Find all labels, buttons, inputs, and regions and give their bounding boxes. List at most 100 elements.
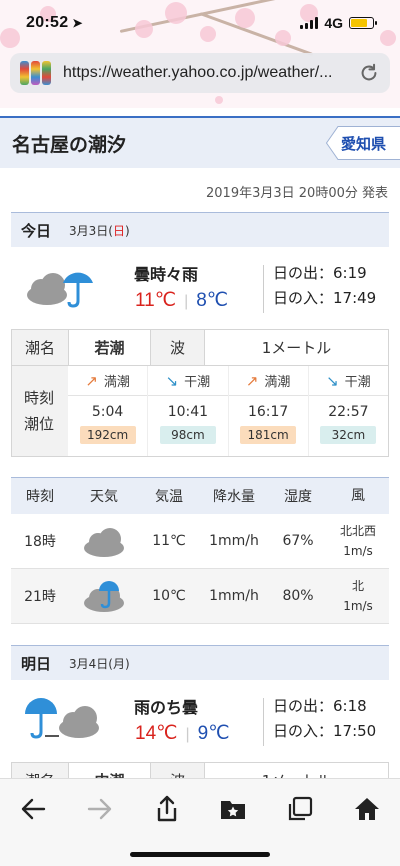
day-date: 3月3日(日): [69, 223, 130, 238]
temperature: 11℃ | 8℃: [135, 290, 229, 311]
blossom: [215, 96, 223, 104]
location-arrow-icon: ➤: [72, 16, 83, 30]
arrow-up-right-icon: ↗: [245, 371, 259, 390]
tide-type: ↗ 満潮: [228, 366, 308, 396]
high-temp: 14℃: [135, 723, 178, 744]
bookmark-folder-icon: [221, 801, 246, 819]
page-content: 名古屋の潮汐 愛知県 2019年3月3日 20時00分 発表 今日 3月3日(日…: [0, 108, 400, 780]
table-row: 18時 11℃ 1mm/h 67% 北北西 1m/s: [11, 514, 389, 569]
back-button[interactable]: [15, 793, 51, 825]
tide-time: 22:57: [328, 404, 369, 420]
weather-text: 雨のち曇: [134, 698, 199, 717]
tide-type: ↘ 干潮: [148, 366, 228, 396]
tide-time: 5:04: [91, 404, 124, 420]
signal-icon: [300, 17, 319, 29]
status-time: 20:52: [26, 14, 69, 31]
cloud-umbrella-icon: [27, 272, 93, 308]
tide-table: 潮名 若潮 波 1メートル 時刻 潮位 ↗ 満潮 5:04 192cm ↘ 干潮 10:41…: [11, 329, 389, 457]
browser-chrome: 20:52 ➤ 4G https://weather.yahoo.co.jp/w…: [0, 0, 400, 108]
cloudy-icon: [84, 528, 124, 557]
tide-columns: ↗ 満潮 5:04 192cm ↘ 干潮 10:41 98cm ↗ 満潮 16:17 181cm ↘ 干潮…: [68, 366, 388, 456]
tide-level: 192cm: [79, 426, 136, 444]
arrow-up-right-icon: ↗: [85, 371, 98, 390]
home-button[interactable]: [349, 793, 385, 825]
sun-times: 日の出：6:19 日の入：17:49: [273, 261, 376, 311]
weather-text: 曇時々雨: [134, 265, 199, 284]
sunset: 日の入：17:50: [273, 722, 377, 740]
temperature: 14℃ | 9℃: [135, 723, 230, 744]
page-title: 名古屋の潮汐: [12, 133, 127, 156]
row-time: 21時: [24, 589, 56, 605]
row-wind: 北北西 1m/s: [339, 524, 376, 558]
divider: [263, 698, 264, 746]
prefecture-button[interactable]: 愛知県: [326, 126, 400, 160]
tabs-button[interactable]: [282, 793, 318, 825]
col-time: 時刻: [26, 489, 54, 505]
arrow-right-icon: [87, 798, 112, 820]
home-indicator: [130, 852, 270, 857]
tide-time: 10:41: [167, 404, 209, 420]
row-temp: 11℃: [152, 533, 186, 549]
row-temp: 10℃: [152, 588, 186, 604]
address-bar[interactable]: https://weather.yahoo.co.jp/weather/...: [10, 53, 390, 93]
tide-column: ↗ 満潮 16:17 181cm: [227, 366, 308, 456]
hourly-header: 時刻 天気 気温 降水量 湿度 風: [11, 477, 389, 514]
time-label: 時刻: [24, 389, 55, 407]
low-temp: 8℃: [196, 290, 229, 311]
level-label: 潮位: [24, 415, 55, 433]
col-humidity: 湿度: [284, 489, 312, 505]
wave-label: 波: [150, 330, 204, 365]
tide-side-labels: 時刻 潮位: [12, 366, 68, 456]
today-header: 今日 3月3日(日): [11, 212, 389, 247]
status-bar: 20:52 ➤ 4G: [0, 0, 400, 46]
day-label: 明日: [21, 654, 52, 673]
row-time: 18時: [24, 534, 56, 550]
table-row: 21時 10℃ 1mm/h 80% 北 1m/s: [11, 569, 389, 624]
wave-height: 1メートル: [204, 330, 388, 365]
col-precip: 降水量: [213, 489, 255, 505]
battery-icon: [349, 17, 377, 29]
row-wind: 北 1m/s: [343, 579, 373, 613]
url-text[interactable]: https://weather.yahoo.co.jp/weather/...: [63, 64, 358, 82]
sunrise: 日の出：6:18: [273, 697, 367, 715]
today-forecast: 曇時々雨 11℃ | 8℃ 日の出：6:19 日の入：17:49: [11, 247, 389, 329]
home-icon: [354, 798, 379, 820]
col-wind: 風: [351, 488, 365, 504]
tide-column: ↗ 満潮 5:04 192cm: [68, 366, 148, 456]
tide-level: 181cm: [240, 426, 297, 444]
network-type: 4G: [324, 15, 343, 31]
bookmarks-button[interactable]: [215, 793, 251, 825]
tide-column: ↘ 干潮 10:41 98cm: [147, 366, 228, 456]
col-temp: 気温: [155, 489, 183, 505]
tide-name-label: 潮名: [12, 330, 68, 365]
high-temp: 11℃: [135, 290, 177, 311]
forward-button[interactable]: [82, 793, 118, 825]
tide-type: ↘ 干潮: [308, 366, 388, 396]
page-header: 名古屋の潮汐 愛知県: [0, 116, 400, 168]
reload-icon[interactable]: [358, 62, 380, 84]
arrow-down-right-icon: ↘: [165, 371, 179, 390]
arrow-left-icon: [22, 798, 46, 820]
hourly-table: 時刻 天気 気温 降水量 湿度 風 18時 11℃ 1mm/h 67% 北北西 1…: [11, 477, 389, 624]
row-precip: 1mm/h: [209, 588, 259, 604]
divider: [263, 265, 264, 313]
tide-level: 98cm: [159, 426, 216, 444]
cloud-rain-icon: [84, 581, 124, 612]
site-favicon: [20, 61, 51, 85]
umbrella-cloud-icon: [25, 698, 99, 739]
row-humidity: 80%: [282, 588, 314, 604]
day-date: 3月4日(月): [69, 656, 130, 671]
tide-name: 若潮: [68, 330, 150, 365]
tide-time: 16:17: [247, 404, 289, 420]
arrow-down-right-icon: ↘: [326, 371, 339, 390]
sunset: 日の入：17:49: [273, 289, 377, 307]
tide-column: ↘ 干潮 22:57 32cm: [307, 366, 388, 456]
col-weather: 天気: [90, 489, 118, 505]
tomorrow-forecast: 雨のち曇 14℃ | 9℃ 日の出：6:18 日の入：17:50: [11, 680, 389, 762]
tide-level: 32cm: [320, 426, 377, 444]
tomorrow-header: 明日 3月4日(月): [11, 645, 389, 680]
tide-type: ↗ 満潮: [68, 366, 148, 396]
sunrise: 日の出：6:19: [273, 264, 367, 282]
announce-time: 2019年3月3日 20時00分 発表: [206, 186, 388, 201]
share-button[interactable]: [149, 793, 185, 825]
